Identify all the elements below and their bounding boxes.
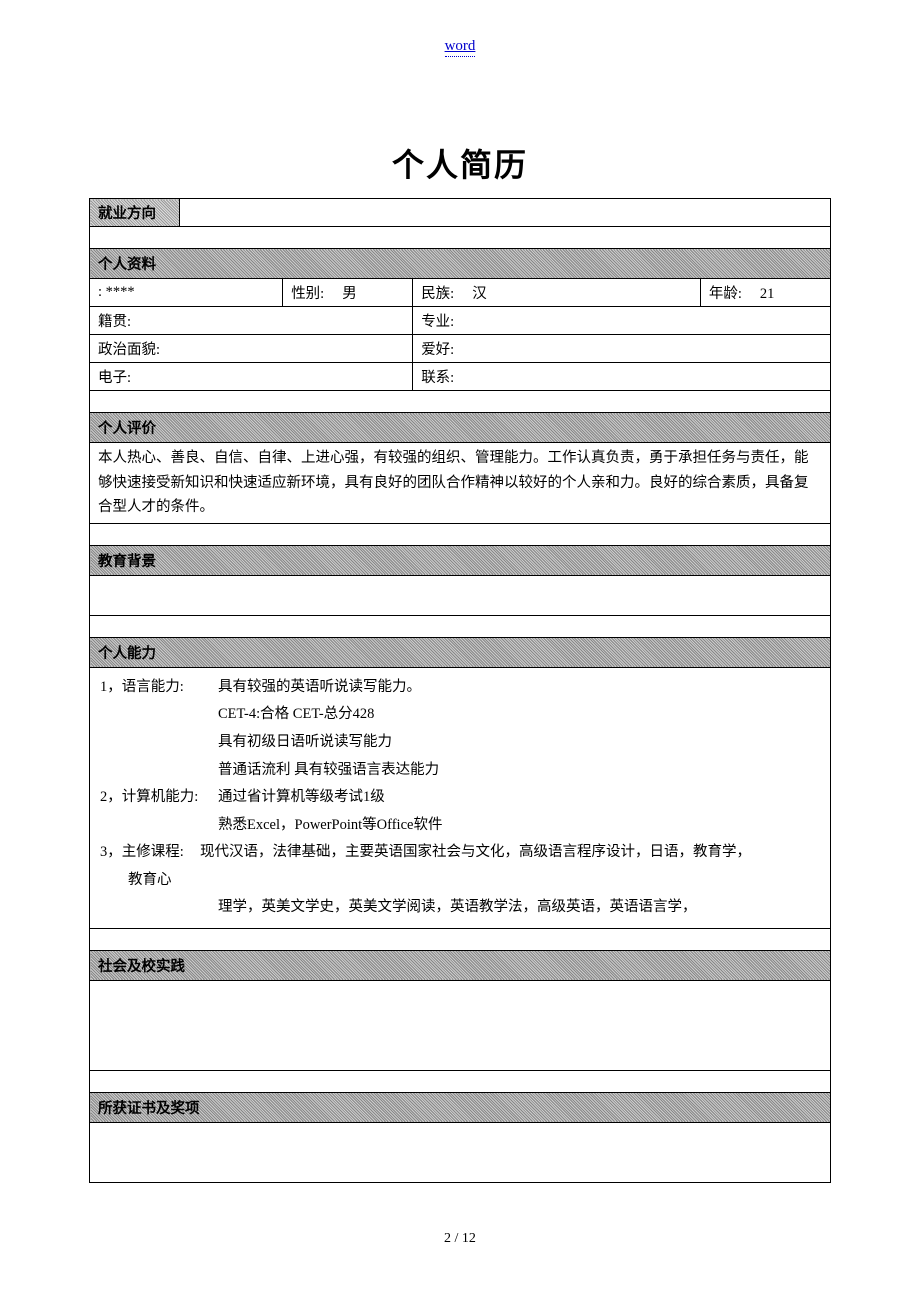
document-title: 个人简历 xyxy=(0,140,920,186)
personal-info-header-row: 个人资料 xyxy=(90,249,831,279)
personal-info-row4: 电子: 联系: xyxy=(90,363,831,391)
spacer xyxy=(90,227,831,249)
ability-header: 个人能力 xyxy=(90,637,831,667)
education-content xyxy=(90,575,831,615)
spacer xyxy=(90,391,831,413)
name-cell: : **** xyxy=(90,279,283,307)
direction-value xyxy=(180,199,831,227)
ability-header-row: 个人能力 xyxy=(90,637,831,667)
spacer xyxy=(90,1070,831,1092)
self-eval-content-row: 本人热心、善良、自信、自律、上进心强，有较强的组织、管理能力。工作认真负责，勇于… xyxy=(90,443,831,524)
self-eval-header-row: 个人评价 xyxy=(90,413,831,443)
education-header-row: 教育背景 xyxy=(90,545,831,575)
direction-label: 就业方向 xyxy=(90,199,180,227)
major-cell: 专业: xyxy=(413,307,831,335)
practice-header-row: 社会及校实践 xyxy=(90,950,831,980)
document-body: 就业方向 个人资料 : **** 性别:男 民族:汉 年龄:21 籍贯: 专业:… xyxy=(89,198,831,1183)
contact-cell: 联系: xyxy=(413,363,831,391)
page-footer: 2 / 12 xyxy=(0,1231,920,1247)
spacer xyxy=(90,523,831,545)
origin-cell: 籍贯: xyxy=(90,307,413,335)
awards-content-row xyxy=(90,1122,831,1182)
spacer xyxy=(90,928,831,950)
practice-content-row xyxy=(90,980,831,1070)
age-cell: 年龄:21 xyxy=(700,279,830,307)
self-eval-content: 本人热心、善良、自信、自律、上进心强，有较强的组织、管理能力。工作认真负责，勇于… xyxy=(90,443,831,524)
hobby-cell: 爱好: xyxy=(413,335,831,363)
practice-header: 社会及校实践 xyxy=(90,950,831,980)
spacer xyxy=(90,615,831,637)
awards-header-row: 所获证书及奖项 xyxy=(90,1092,831,1122)
self-eval-header: 个人评价 xyxy=(90,413,831,443)
direction-row: 就业方向 xyxy=(90,199,831,227)
resume-table: 就业方向 个人资料 : **** 性别:男 民族:汉 年龄:21 籍贯: 专业:… xyxy=(89,198,831,1183)
education-content-row xyxy=(90,575,831,615)
page-header: word xyxy=(0,0,920,55)
political-cell: 政治面貌: xyxy=(90,335,413,363)
personal-info-row3: 政治面貌: 爱好: xyxy=(90,335,831,363)
personal-info-row2: 籍贯: 专业: xyxy=(90,307,831,335)
email-cell: 电子: xyxy=(90,363,413,391)
education-header: 教育背景 xyxy=(90,545,831,575)
ability-content-row: 1，语言能力:具有较强的英语听说读写能力。 CET-4:合格 CET-总分428… xyxy=(90,667,831,928)
awards-content xyxy=(90,1122,831,1182)
ethnic-cell: 民族:汉 xyxy=(413,279,701,307)
gender-cell: 性别:男 xyxy=(283,279,413,307)
word-link[interactable]: word xyxy=(445,38,476,57)
personal-info-row1: : **** 性别:男 民族:汉 年龄:21 xyxy=(90,279,831,307)
practice-content xyxy=(90,980,831,1070)
awards-header: 所获证书及奖项 xyxy=(90,1092,831,1122)
personal-info-header: 个人资料 xyxy=(90,249,831,279)
ability-content: 1，语言能力:具有较强的英语听说读写能力。 CET-4:合格 CET-总分428… xyxy=(90,667,831,928)
